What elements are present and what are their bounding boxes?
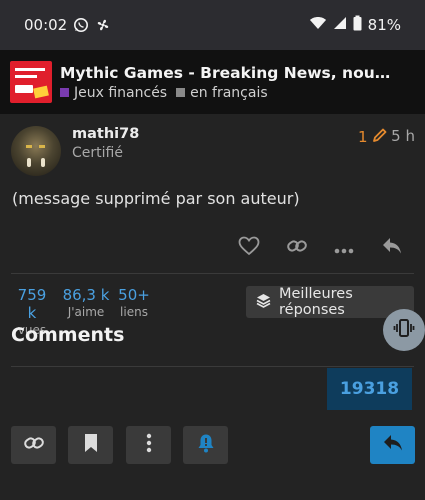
category-color-swatch <box>60 88 69 97</box>
category-badge-jeux-finances[interactable]: Jeux financés <box>60 85 167 101</box>
status-bar: 00:02 81% <box>0 0 425 50</box>
post-body: (message supprimé par son auteur) <box>12 189 300 208</box>
whatsapp-icon <box>73 17 89 33</box>
stat-likes-value: 86,3 k <box>62 286 110 304</box>
heart-icon <box>238 236 260 260</box>
status-time: 00:02 <box>24 16 68 34</box>
comments-heading: Comments <box>11 324 125 346</box>
vibrate-button[interactable] <box>383 309 425 351</box>
stat-views-value: 759 k <box>17 286 47 322</box>
stat-likes: 86,3 k J'aime <box>62 286 110 319</box>
stat-links-value: 50+ <box>118 286 150 304</box>
wifi-icon <box>309 15 327 35</box>
stat-links[interactable]: 50+ liens <box>118 286 150 319</box>
reply-icon <box>381 236 403 260</box>
like-button[interactable] <box>236 236 262 260</box>
avatar[interactable] <box>11 126 61 176</box>
topic-logo <box>10 61 52 103</box>
post-username[interactable]: mathi78 <box>72 126 139 142</box>
best-replies-button[interactable]: Meilleures réponses <box>246 286 414 318</box>
pencil-icon <box>372 127 388 147</box>
battery-icon <box>353 15 362 35</box>
fan-icon <box>95 17 111 33</box>
stat-links-label: liens <box>120 305 148 319</box>
topic-more-button[interactable] <box>126 426 171 464</box>
bookmark-icon <box>84 433 98 457</box>
reply-button[interactable] <box>370 426 415 464</box>
more-vertical-icon <box>146 433 152 457</box>
category-label: en français <box>190 84 268 101</box>
divider <box>11 273 414 274</box>
signal-icon <box>333 15 347 35</box>
layers-icon <box>256 293 271 312</box>
reply-post-button[interactable] <box>379 236 405 260</box>
bell-icon <box>197 433 215 457</box>
category-color-swatch <box>176 88 186 97</box>
stat-likes-label: J'aime <box>67 305 105 319</box>
category-label: Jeux financés <box>74 84 168 101</box>
edit-history-button[interactable]: 1 <box>358 127 388 147</box>
vibrate-icon <box>393 318 415 342</box>
post-user-title: Certifié <box>72 145 123 161</box>
post-age[interactable]: 5 h <box>391 127 415 145</box>
notifications-button[interactable] <box>183 426 228 464</box>
more-icon <box>334 239 354 258</box>
post-number-badge: 19318 <box>327 368 412 410</box>
share-link-button[interactable] <box>284 236 310 260</box>
link-icon <box>286 236 308 260</box>
more-actions-button[interactable] <box>331 236 357 260</box>
topic-title[interactable]: Mythic Games - Breaking News, nouvelle s… <box>60 64 400 82</box>
divider <box>11 366 414 367</box>
topic-header[interactable]: Mythic Games - Breaking News, nouvelle s… <box>0 50 425 114</box>
category-badge-en-francais[interactable]: en français <box>176 85 268 101</box>
reply-icon <box>382 433 404 457</box>
link-icon <box>23 433 45 457</box>
battery-level: 81% <box>367 16 401 34</box>
bookmark-button[interactable] <box>68 426 113 464</box>
edit-count: 1 <box>358 128 368 146</box>
topic-share-button[interactable] <box>11 426 56 464</box>
